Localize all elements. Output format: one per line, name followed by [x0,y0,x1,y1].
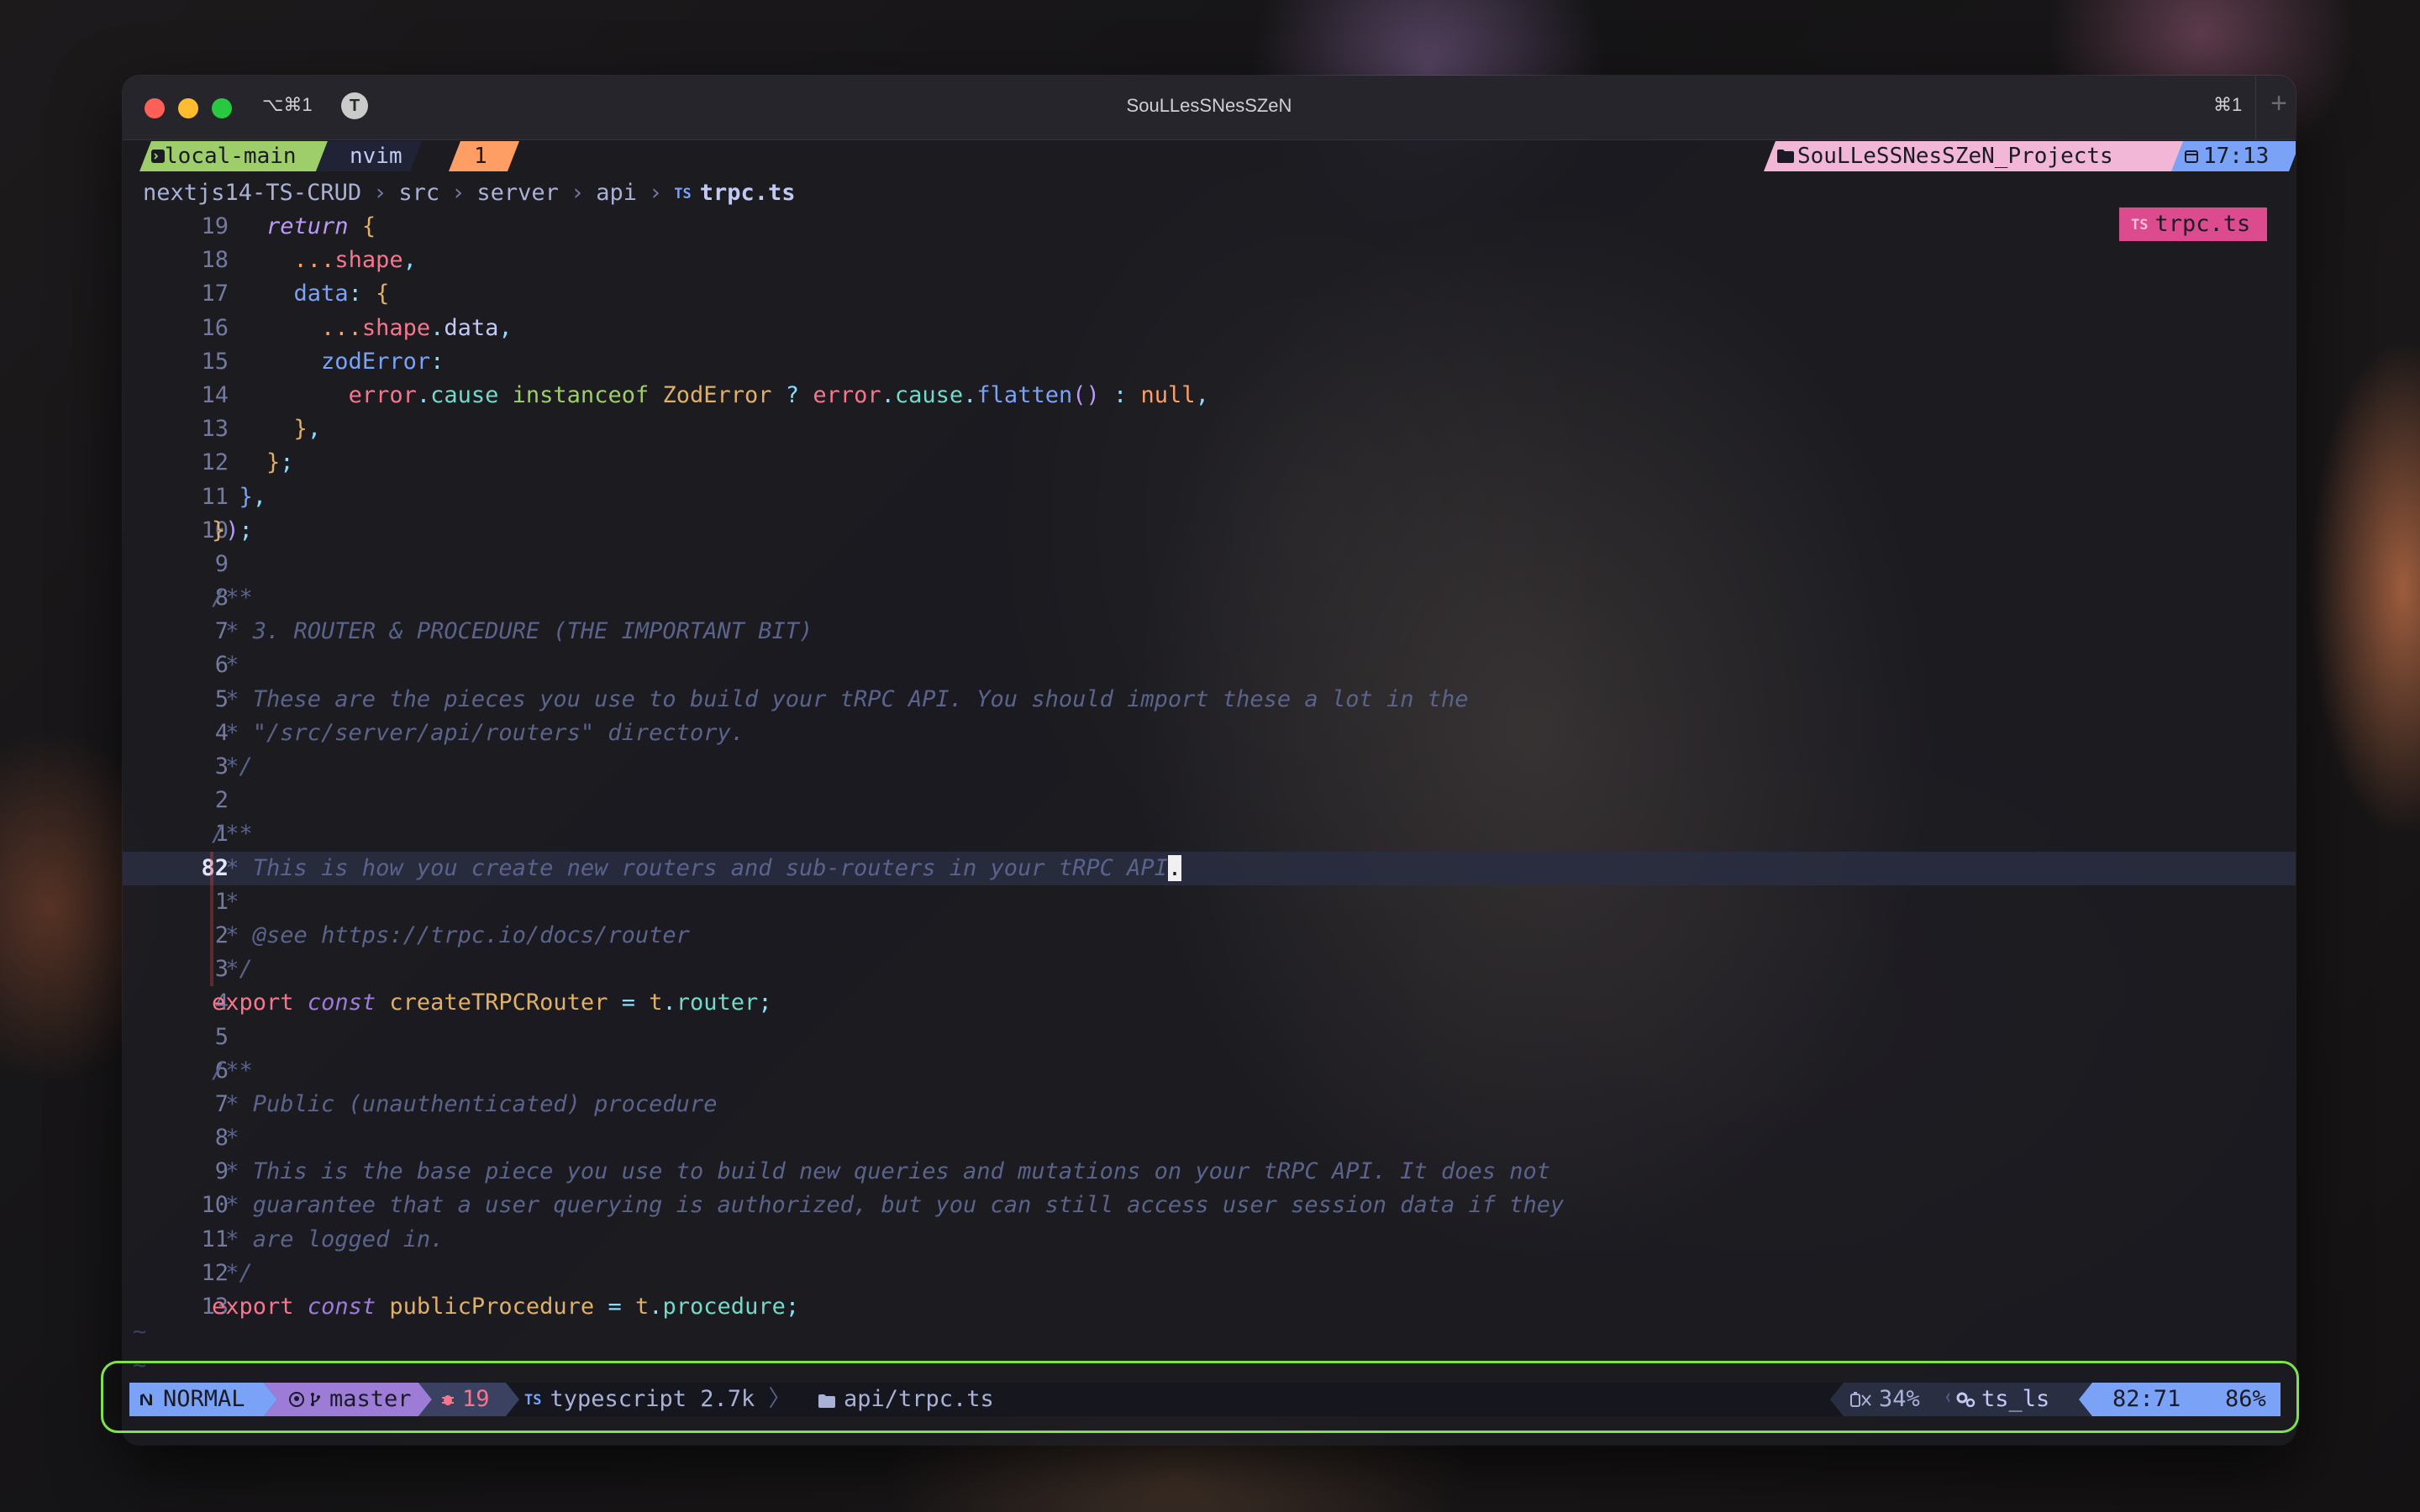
lsp-label: ts_ls [1981,1386,2050,1412]
code-line: 18 ...shape, [123,244,2296,277]
window-title: SouLLesSNesSZeN [1126,95,1292,116]
code-line: 2 [123,784,2296,817]
git-branch-label: master [329,1386,412,1412]
code-line: 1 * [123,885,2296,919]
bug-icon [440,1392,455,1407]
breadcrumb: nextjs14-TS-CRUD › src › server › api › TS trpc.t… [143,180,796,206]
code-line: 7 * 3. ROUTER & PROCEDURE (THE IMPORTANT… [123,615,2296,648]
file-path[interactable]: api/trpc.ts [818,1383,994,1416]
diagnostics[interactable]: 19 [418,1383,519,1416]
cursor-position: 82:71 [2079,1383,2213,1416]
filetype: TS typescript 2.7k 〉 [524,1386,792,1412]
code-line: 12 }; [123,446,2296,480]
code-line: 3 */ [123,750,2296,784]
title-bar: ⌥⌘1 T SouLLesSNesSZeN ⌘1 + [123,76,2296,140]
code-line: 6 * [123,648,2296,682]
tmux-window-index[interactable]: 1 [449,141,519,171]
code-line: 14 error.cause instanceof ZodError ? err… [123,379,2296,412]
code-line: 13 export const publicProcedure = t.proce… [123,1290,2296,1324]
window-shortcut-label: ⌘1 [2213,94,2243,115]
neovim-icon [139,1393,153,1406]
code-line: 10 * guarantee that a user querying is a… [123,1189,2296,1222]
calendar-icon [2185,150,2198,163]
tmux-session-label: local-main [165,144,297,169]
code-line: 16 ...shape.data, [123,312,2296,345]
code-line: 12 */ [123,1257,2296,1290]
scroll-percent-label: 86% [2225,1386,2266,1412]
breadcrumb-file[interactable]: trpc.ts [700,180,796,206]
tmux-clock-label: 17:13 [2203,144,2270,169]
folder-icon [1777,150,1794,163]
code-line: 8/** [123,581,2296,615]
code-line: 6/** [123,1054,2296,1088]
git-branch[interactable]: master [264,1383,432,1416]
mode-label: NORMAL [163,1386,245,1412]
new-tab-button[interactable]: + [2264,87,2294,120]
tmux-status-bar: local-main nvim 1 SouLLeSSNesSZeN_Projec… [131,141,2287,171]
code-line: 1/** [123,817,2296,851]
mode-indicator: NORMAL [129,1383,277,1416]
code-editor[interactable]: 19 return { 18 ...shape, 17 data: { 16 .… [123,210,2296,1324]
code-line: 17 data: { [123,277,2296,311]
battery-icon [1850,1392,1871,1407]
text-cursor: . [1167,854,1182,881]
breadcrumb-item[interactable]: src [398,180,439,206]
tmux-session[interactable]: local-main [139,141,328,171]
code-line: 9 * This is the base piece you use to bu… [123,1155,2296,1189]
code-line: 13 }, [123,412,2296,446]
code-line: 5 * These are the pieces you use to buil… [123,683,2296,717]
typescript-icon: TS [674,186,692,202]
tmux-window[interactable]: nvim [316,141,422,171]
breadcrumb-item[interactable]: server [476,180,559,206]
tmux-project[interactable]: SouLLeSSNesSZeN_Projects [1764,141,2194,171]
code-line: 11 }, [123,480,2296,514]
filetype-label: typescript 2.7k [550,1386,755,1412]
tmux-window-index-label: 1 [474,144,487,169]
code-line: 2 * @see https://trpc.io/docs/router [123,918,2296,953]
terminal-window: ⌥⌘1 T SouLLesSNesSZeN ⌘1 + local-main nv… [123,76,2296,1445]
typescript-icon: TS [524,1392,542,1409]
breadcrumb-item[interactable]: api [596,180,637,206]
tmux-window-label: nvim [350,144,402,169]
tmux-clock: 17:13 [2171,141,2296,171]
cursor-position-label: 82:71 [2112,1386,2181,1412]
gear-icon [1956,1392,1975,1407]
code-line: 3 */ [123,953,2296,987]
code-line: 9 [123,548,2296,581]
github-icon [289,1392,304,1407]
line-number: 2 [214,787,229,814]
empty-line-marker: ~ [133,1319,147,1345]
statusline: NORMAL master 19 TS typescript 2.7k 〉 api/… [129,1383,2281,1416]
tmux-project-label: SouLLeSSNesSZeN_Projects [1797,144,2113,169]
code-line: 19 return { [123,210,2296,244]
scroll-percent: 86% [2196,1383,2281,1416]
git-branch-icon [309,1392,321,1407]
code-line: 7 * Public (unauthenticated) procedure [123,1088,2296,1121]
diagnostics-count: 19 [462,1386,490,1412]
battery-label: 34% [1879,1386,1920,1412]
folder-icon [818,1394,835,1408]
code-line: 4 * "/src/server/api/routers" directory. [123,717,2296,750]
code-line: 11 * are logged in. [123,1223,2296,1257]
code-line: 5 [123,1021,2296,1054]
code-line: 8 * [123,1121,2296,1155]
titlebar-divider [2255,76,2256,139]
code-line: 4 export const createTRPCRouter = t.route… [123,986,2296,1020]
current-line[interactable]: 82 * This is how you create new routers … [123,851,2296,885]
breadcrumb-item[interactable]: nextjs14-TS-CRUD [143,180,361,206]
line-number: 5 [214,1023,229,1050]
file-path-label: api/trpc.ts [844,1386,994,1412]
code-line: 15 zodError: [123,345,2296,379]
terminal-icon [151,150,165,163]
line-number: 9 [214,550,229,577]
code-line: 10}); [123,514,2296,548]
